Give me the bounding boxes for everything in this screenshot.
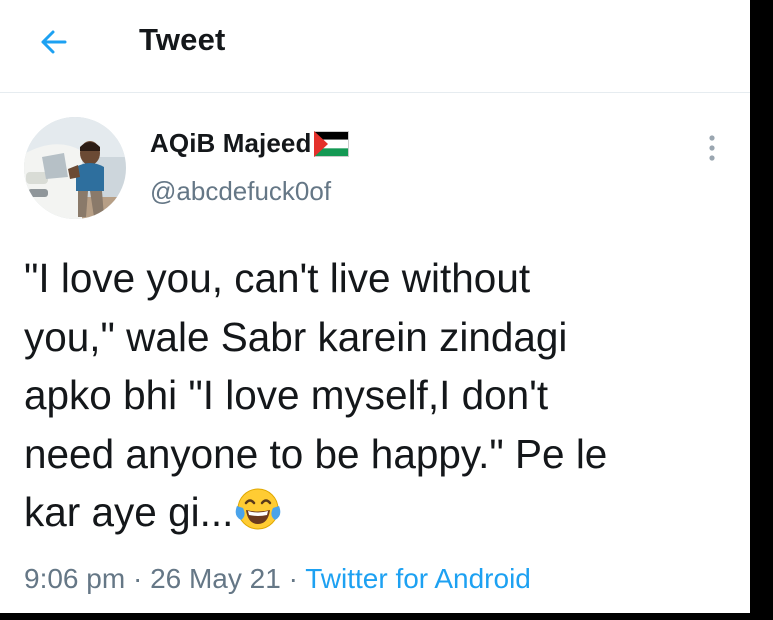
arrow-left-icon: [41, 30, 67, 54]
more-vertical-icon: [709, 135, 715, 161]
tweet-text-line: you," wale Sabr karein zindagi: [24, 313, 568, 360]
display-name: AQiB Majeed: [150, 128, 312, 158]
page-title: Tweet: [139, 22, 226, 57]
avatar[interactable]: [24, 117, 126, 219]
tweet-screen: Tweet AQiB Majeed @abcdefuck0of "I love …: [0, 0, 750, 613]
tweet-text-line: "I love you, can't live without: [24, 255, 531, 301]
face-with-tears-of-joy-icon: [236, 488, 281, 530]
tweet-text: "I love you, can't live without you," wa…: [24, 249, 724, 542]
back-button[interactable]: [34, 22, 74, 62]
tweet-text-line: need anyone to be happy." Pe le: [24, 430, 608, 477]
more-options-button[interactable]: [700, 133, 724, 163]
tweet-text-line: kar aye gi...: [24, 489, 234, 535]
tweet-time: 9:06 pm: [24, 563, 126, 594]
meta-separator: ·: [132, 563, 143, 594]
top-app-bar: Tweet: [0, 0, 750, 93]
profile-photo: [24, 117, 126, 219]
author-name-row[interactable]: AQiB Majeed: [150, 128, 350, 159]
tweet-text-line: apko bhi "I love myself,I don't: [24, 372, 549, 418]
meta-separator: ·: [288, 563, 298, 594]
palestine-flag-icon: [314, 130, 350, 157]
tweet-source-link[interactable]: Twitter for Android: [305, 563, 531, 594]
tweet-meta: 9:06 pm · 26 May 21 · Twitter for Androi…: [24, 563, 531, 595]
tweet-text-line-last: kar aye gi...: [24, 483, 724, 542]
tweet-date: 26 May 21: [150, 563, 281, 594]
author-handle[interactable]: @abcdefuck0of: [150, 176, 331, 207]
